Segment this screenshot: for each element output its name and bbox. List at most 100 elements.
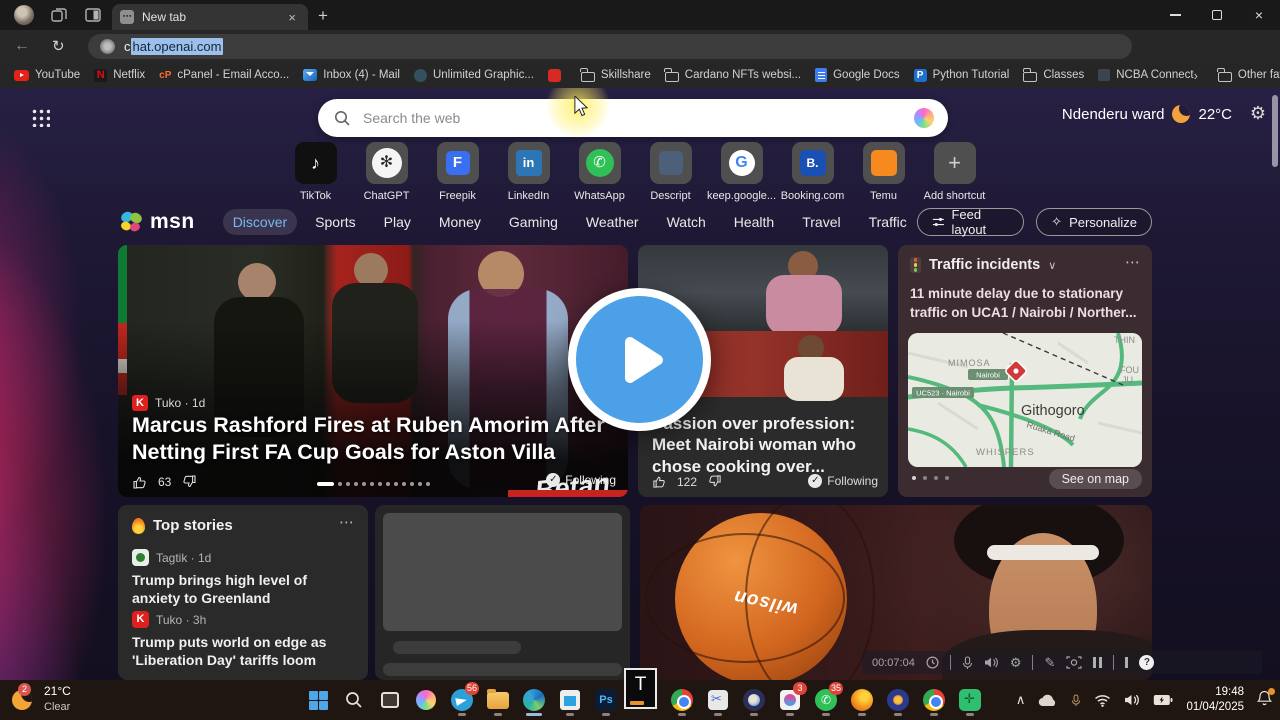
- following-badge[interactable]: ✓ Following: [546, 473, 616, 487]
- pencil-icon[interactable]: ✎: [1044, 655, 1055, 671]
- maximize-button[interactable]: [1196, 0, 1238, 30]
- wifi-icon[interactable]: [1094, 694, 1111, 707]
- chevron-down-icon[interactable]: ∨: [1048, 259, 1056, 272]
- story-item[interactable]: K Tuko · 3h Trump puts world on edge as '…: [132, 611, 356, 669]
- tab-play[interactable]: Play: [374, 209, 421, 235]
- text-tool-button[interactable]: T: [624, 668, 657, 709]
- mic-status-icon[interactable]: [1071, 693, 1081, 708]
- tab-close-icon[interactable]: ×: [284, 10, 300, 25]
- onedrive-cloud-icon[interactable]: [1038, 694, 1058, 707]
- clock-widget[interactable]: 19:48 01/04/2025: [1186, 685, 1244, 715]
- site-info-icon[interactable]: [100, 39, 115, 54]
- mic-icon[interactable]: [962, 655, 973, 670]
- traffic-incidents-card[interactable]: Traffic incidents ∨ ⋯ 11 minute delay du…: [898, 245, 1152, 497]
- screen-recorder-toolbar[interactable]: 00:07:04 ⚙ ✎ ?: [862, 651, 1262, 674]
- taskbar-edge[interactable]: [516, 683, 552, 717]
- thumbs-up-icon[interactable]: [652, 474, 667, 489]
- tab-money[interactable]: Money: [429, 209, 491, 235]
- see-on-map-button[interactable]: See on map: [1048, 469, 1142, 489]
- apps-grid-icon[interactable]: [31, 108, 50, 127]
- taskbar-app-camera[interactable]: [736, 683, 772, 717]
- bookmarks-overflow-icon[interactable]: ›: [1194, 68, 1198, 83]
- taskbar-file-explorer[interactable]: [480, 683, 516, 717]
- help-icon[interactable]: ?: [1139, 655, 1155, 670]
- shortcut-chatgpt[interactable]: ✻ ChatGPT: [351, 142, 422, 202]
- taskbar-snipping-tool[interactable]: [700, 683, 736, 717]
- taskbar-search[interactable]: [336, 683, 372, 717]
- bookmark-cpanel[interactable]: cP cPanel - Email Acco...: [159, 69, 289, 81]
- article-card-rashford[interactable]: Betan K Tuko · 1d Marcus Rashford Fires …: [118, 245, 628, 497]
- speaker-icon[interactable]: [1124, 693, 1140, 707]
- camera-icon[interactable]: [1066, 656, 1082, 669]
- bookmark-pinned-site[interactable]: [547, 68, 567, 82]
- tab-weather[interactable]: Weather: [576, 209, 649, 235]
- page-scrollbar[interactable]: [1272, 95, 1278, 167]
- bookmark-folder-skillshare[interactable]: Skillshare: [580, 68, 651, 82]
- story-headline[interactable]: Trump brings high level of anxiety to Gr…: [132, 571, 356, 607]
- weather-widget[interactable]: Ndenderu ward 22°C: [1062, 105, 1232, 123]
- tab-traffic[interactable]: Traffic: [859, 209, 917, 235]
- taskbar-chrome-profile[interactable]: [916, 683, 952, 717]
- tab-discover[interactable]: Discover: [222, 209, 298, 235]
- top-stories-card[interactable]: Top stories ⋯ Tagtik · 1d Trump brings h…: [118, 505, 368, 680]
- minimize-button[interactable]: [1154, 0, 1196, 30]
- stop-bar-icon[interactable]: [1125, 657, 1129, 668]
- workspaces-icon[interactable]: [50, 6, 68, 24]
- bookmark-youtube[interactable]: YouTube: [14, 69, 80, 81]
- shortcut-linkedin[interactable]: in LinkedIn: [493, 142, 564, 202]
- copilot-search-icon[interactable]: [914, 108, 934, 128]
- new-tab-button[interactable]: +: [318, 6, 328, 26]
- bookmark-folder-classes[interactable]: Classes: [1022, 68, 1084, 82]
- bookmark-folder-cardano[interactable]: Cardano NFTs websi...: [664, 68, 801, 82]
- article-headline[interactable]: Marcus Rashford Fires at Ruben Amorim Af…: [132, 412, 618, 467]
- start-button[interactable]: [300, 683, 336, 717]
- shortcut-freepik[interactable]: F Freepik: [422, 142, 493, 202]
- taskbar-app-badged[interactable]: 3: [772, 682, 808, 717]
- taskbar-app-orbit[interactable]: [880, 683, 916, 717]
- feed-layout-button[interactable]: Feed layout: [916, 207, 1025, 237]
- tab-gaming[interactable]: Gaming: [499, 209, 568, 235]
- address-text[interactable]: c hat.openai.com: [124, 38, 224, 55]
- following-badge[interactable]: ✓ Following: [808, 474, 878, 488]
- browser-tab[interactable]: ⋯ New tab ×: [112, 4, 308, 30]
- taskbar-weather-widget[interactable]: 2 21°C Clear: [10, 683, 71, 715]
- video-play-button[interactable]: [568, 288, 711, 431]
- tab-watch[interactable]: Watch: [657, 209, 716, 235]
- taskbar-whatsapp[interactable]: 35 ✆: [808, 682, 844, 717]
- pause-icon[interactable]: [1093, 657, 1103, 668]
- speaker-icon[interactable]: [984, 656, 999, 669]
- task-view-button[interactable]: [372, 683, 408, 717]
- personalize-button[interactable]: ✧ Personalize: [1036, 208, 1152, 236]
- bookmark-inbox[interactable]: Inbox (4) - Mail: [303, 69, 400, 81]
- bookmark-netflix[interactable]: N Netflix: [94, 68, 145, 82]
- taskbar-chrome[interactable]: [664, 683, 700, 717]
- taskbar-photoshop[interactable]: Ps: [588, 683, 624, 717]
- tab-travel[interactable]: Travel: [792, 209, 850, 235]
- taskbar-app-game[interactable]: [952, 683, 988, 717]
- more-options-icon[interactable]: ⋯: [339, 513, 354, 531]
- close-button[interactable]: ×: [1238, 0, 1280, 30]
- battery-icon[interactable]: [1153, 694, 1173, 706]
- taskbar-telegram[interactable]: 56: [444, 682, 480, 717]
- story-headline[interactable]: Trump puts world on edge as 'Liberation …: [132, 633, 356, 669]
- profile-avatar[interactable]: [14, 5, 34, 25]
- taskbar-firefox[interactable]: [844, 683, 880, 717]
- bookmark-python-tutorial[interactable]: P Python Tutorial: [913, 68, 1009, 82]
- tab-health[interactable]: Health: [724, 209, 784, 235]
- bookmark-google-docs[interactable]: Google Docs: [815, 68, 900, 82]
- carousel-dots[interactable]: [912, 476, 949, 480]
- article-headline[interactable]: Passion over profession: Meet Nairobi wo…: [652, 413, 876, 477]
- search-input[interactable]: [361, 109, 914, 127]
- other-favorites-button[interactable]: Other favorites: [1217, 68, 1280, 82]
- web-search-bar[interactable]: [318, 99, 948, 137]
- story-item[interactable]: Tagtik · 1d Trump brings high level of a…: [132, 549, 356, 607]
- bookmark-unlimited-graphics[interactable]: Unlimited Graphic...: [413, 68, 534, 82]
- shortcut-tiktok[interactable]: ♪ TikTok: [280, 142, 351, 202]
- page-settings-gear-icon[interactable]: ⚙: [1250, 103, 1266, 124]
- more-options-icon[interactable]: ⋯: [1125, 253, 1140, 271]
- settings-gear-icon[interactable]: ⚙: [1010, 655, 1022, 671]
- shortcut-google-keep[interactable]: Gkeep.google...: [706, 142, 777, 202]
- notification-center[interactable]: [1256, 687, 1275, 711]
- shortcut-booking[interactable]: B. Booking.com: [777, 142, 848, 202]
- refresh-icon[interactable]: ↻: [52, 37, 65, 55]
